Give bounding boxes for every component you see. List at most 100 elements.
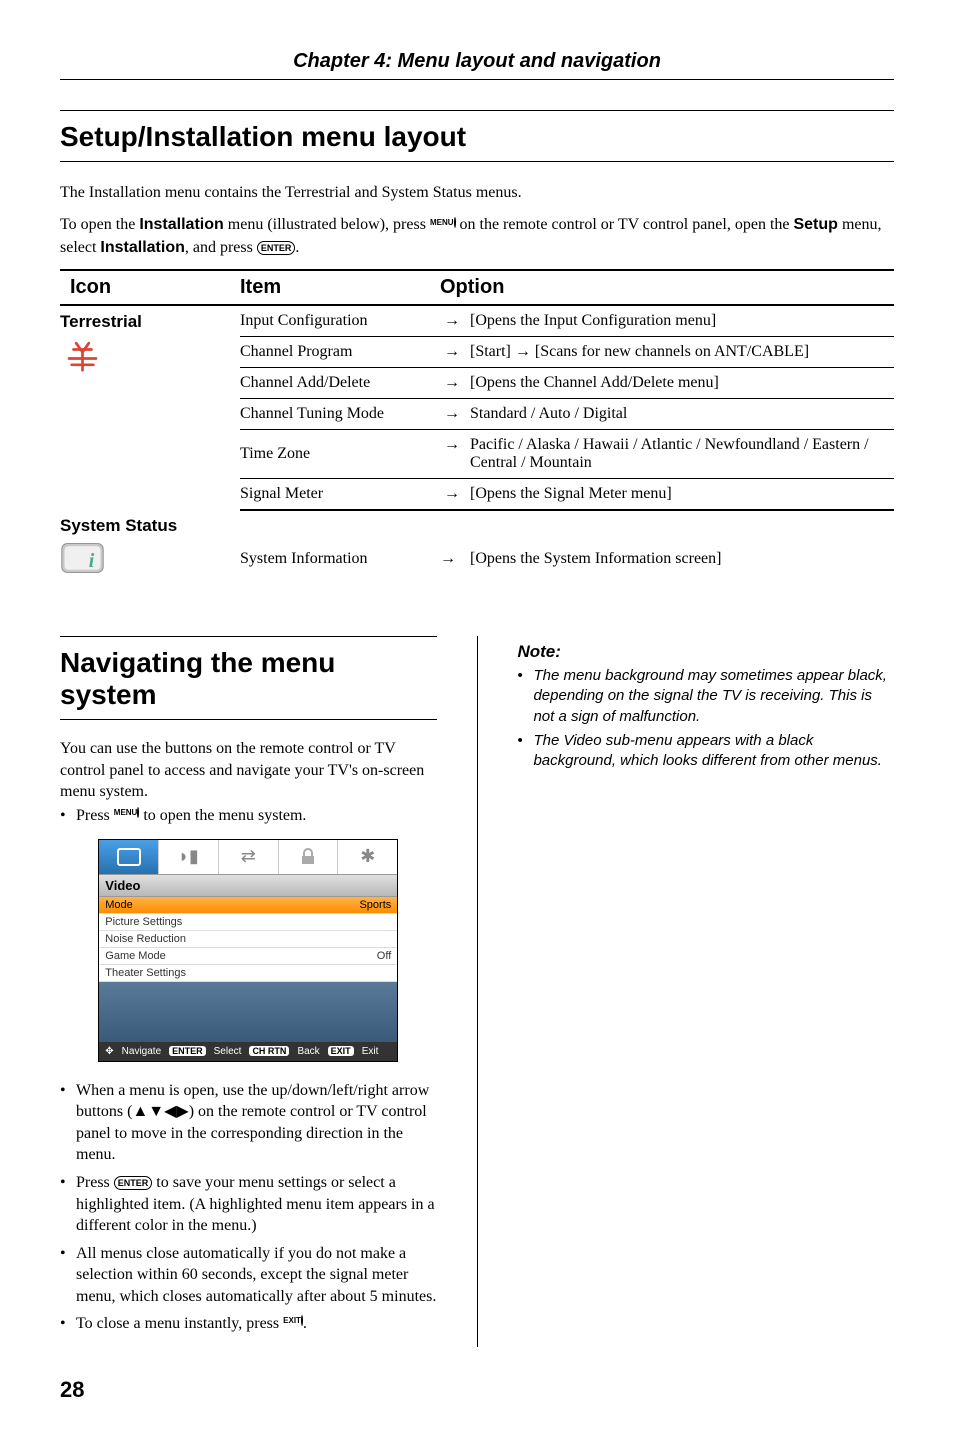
menu-tab-preferences-icon: ⇄	[219, 840, 279, 874]
enter-button-icon: ENTER	[257, 241, 296, 256]
menu-spacer	[99, 982, 397, 1042]
menu-tab-setup-icon: ✱	[338, 840, 397, 874]
menu-row: Picture Settings	[99, 914, 397, 931]
circle-icon	[301, 1315, 303, 1326]
chapter-header: Chapter 4: Menu layout and navigation	[60, 50, 894, 73]
arrow-cell: →	[440, 368, 470, 399]
item-cell: Time Zone	[240, 430, 440, 479]
page-number: 28	[60, 1377, 894, 1403]
menu-row: ModeSports	[99, 897, 397, 914]
menu-row-value	[331, 916, 391, 928]
option-cell: [Opens the Input Configuration menu]	[470, 305, 894, 337]
arrow-cell: →	[440, 430, 470, 479]
menu-tab-audio-icon: ◗▮	[159, 840, 219, 874]
arrow-cell: →	[440, 399, 470, 430]
footer-enter-badge: ENTER	[169, 1046, 206, 1056]
enter-button-icon: ENTER	[114, 1176, 153, 1190]
menu-row-label: Game Mode	[105, 950, 331, 962]
menu-row: Game ModeOff	[99, 948, 397, 965]
intro-installation2: Installation	[100, 239, 184, 256]
circle-icon	[454, 217, 456, 228]
text: To close a menu instantly, press	[76, 1315, 283, 1332]
header-option: Option	[440, 270, 894, 305]
right-column: Note: The menu background may sometimes …	[517, 636, 894, 1347]
footer-exit: Exit	[362, 1046, 379, 1057]
footer-navigate: Navigate	[122, 1046, 161, 1057]
menu-label: MENU	[430, 218, 454, 227]
svg-text:i: i	[89, 550, 95, 572]
nav-bullet-1: Press MENU to open the menu system.	[60, 805, 437, 827]
category-terrestrial: Terrestrial	[60, 305, 240, 510]
navigate-icon: ✥	[105, 1046, 113, 1057]
exit-label: EXIT	[283, 1316, 301, 1325]
text: Press	[76, 807, 114, 824]
option-cell: [Opens the Channel Add/Delete menu]	[470, 368, 894, 399]
menu-category-label: Video	[99, 874, 397, 897]
item-cell: Input Configuration	[240, 305, 440, 337]
menu-rows: ModeSports Picture Settings Noise Reduct…	[99, 897, 397, 982]
footer-chrtn-badge: CH RTN	[249, 1046, 289, 1056]
menu-tab-icons: ◗▮ ⇄ ✱	[99, 840, 397, 874]
setup-table: Icon Item Option Terrestrial Input Confi…	[60, 269, 894, 606]
item-cell: Signal Meter	[240, 479, 440, 511]
intro-text: on the remote control or TV control pane…	[456, 216, 794, 233]
intro-setup: Setup	[793, 216, 837, 233]
menu-row-value: Off	[331, 950, 391, 962]
arrow-cell: →	[440, 479, 470, 511]
menu-label: MENU	[114, 808, 138, 817]
chapter-divider	[60, 79, 894, 80]
intro-line-1: The Installation menu contains the Terre…	[60, 182, 894, 204]
note-item-1: The menu background may sometimes appear…	[517, 666, 894, 727]
intro-text: menu (illustrated below), press	[224, 216, 430, 233]
menu-button-icon: MENU	[430, 217, 456, 228]
intro-installation: Installation	[139, 216, 223, 233]
table-header-row: Icon Item Option	[60, 270, 894, 305]
nav-bullet-4: All menus close automatically if you do …	[60, 1243, 437, 1308]
intro-text: To open the	[60, 216, 139, 233]
menu-row-value	[331, 933, 391, 945]
column-divider	[477, 636, 478, 1347]
item-cell: System Information	[240, 510, 440, 606]
footer-select: Select	[214, 1046, 242, 1057]
option-cell: Standard / Auto / Digital	[470, 399, 894, 430]
note-item-2: The Video sub-menu appears with a black …	[517, 731, 894, 772]
option-cell: Pacific / Alaska / Hawaii / Atlantic / N…	[470, 430, 894, 479]
header-item: Item	[240, 270, 440, 305]
period: .	[295, 239, 299, 256]
nav-intro: You can use the buttons on the remote co…	[60, 738, 437, 803]
text: Press	[76, 1174, 114, 1191]
menu-footer: ✥Navigate ENTERSelect CH RTNBack EXITExi…	[99, 1042, 397, 1061]
nav-bullet-2: When a menu is open, use the up/down/lef…	[60, 1080, 437, 1166]
nav-bullet-3: Press ENTER to save your menu settings o…	[60, 1172, 437, 1237]
menu-screenshot: ◗▮ ⇄ ✱ Video ModeSports Picture Settings…	[98, 839, 398, 1062]
menu-tab-video-icon	[99, 840, 159, 874]
menu-row-label: Mode	[105, 899, 331, 911]
circle-icon	[137, 807, 139, 818]
menu-button-icon: MENU	[114, 808, 140, 819]
menu-row-label: Noise Reduction	[105, 933, 331, 945]
menu-row-value	[331, 967, 391, 979]
intro-line-2: To open the Installation menu (illustrat…	[60, 214, 894, 259]
terrestrial-label: Terrestrial	[60, 312, 142, 331]
nav-bullet-5: To close a menu instantly, press EXIT.	[60, 1313, 437, 1335]
section-title-setup: Setup/Installation menu layout	[60, 110, 894, 162]
exit-button-icon: EXIT	[283, 1316, 303, 1327]
section-title-navigating: Navigating the menu system	[60, 636, 437, 720]
item-cell: Channel Tuning Mode	[240, 399, 440, 430]
option-cell: [Opens the Signal Meter menu]	[470, 479, 894, 511]
category-system-status: System Status i	[60, 510, 240, 606]
menu-row: Noise Reduction	[99, 931, 397, 948]
menu-row-label: Picture Settings	[105, 916, 331, 928]
system-status-label: System Status	[60, 516, 177, 535]
info-icon: i	[60, 540, 105, 576]
arrow-cell: →	[440, 510, 470, 606]
antenna-icon	[60, 336, 105, 372]
footer-exit-badge: EXIT	[328, 1046, 354, 1056]
left-column: Navigating the menu system You can use t…	[60, 636, 437, 1347]
item-cell: Channel Program	[240, 337, 440, 368]
menu-row-value: Sports	[331, 899, 391, 911]
table-row-system: System Status i System Information → [Op…	[60, 510, 894, 606]
text: to open the menu system.	[139, 807, 306, 824]
text: .	[303, 1315, 307, 1332]
arrow-cell: →	[440, 337, 470, 368]
